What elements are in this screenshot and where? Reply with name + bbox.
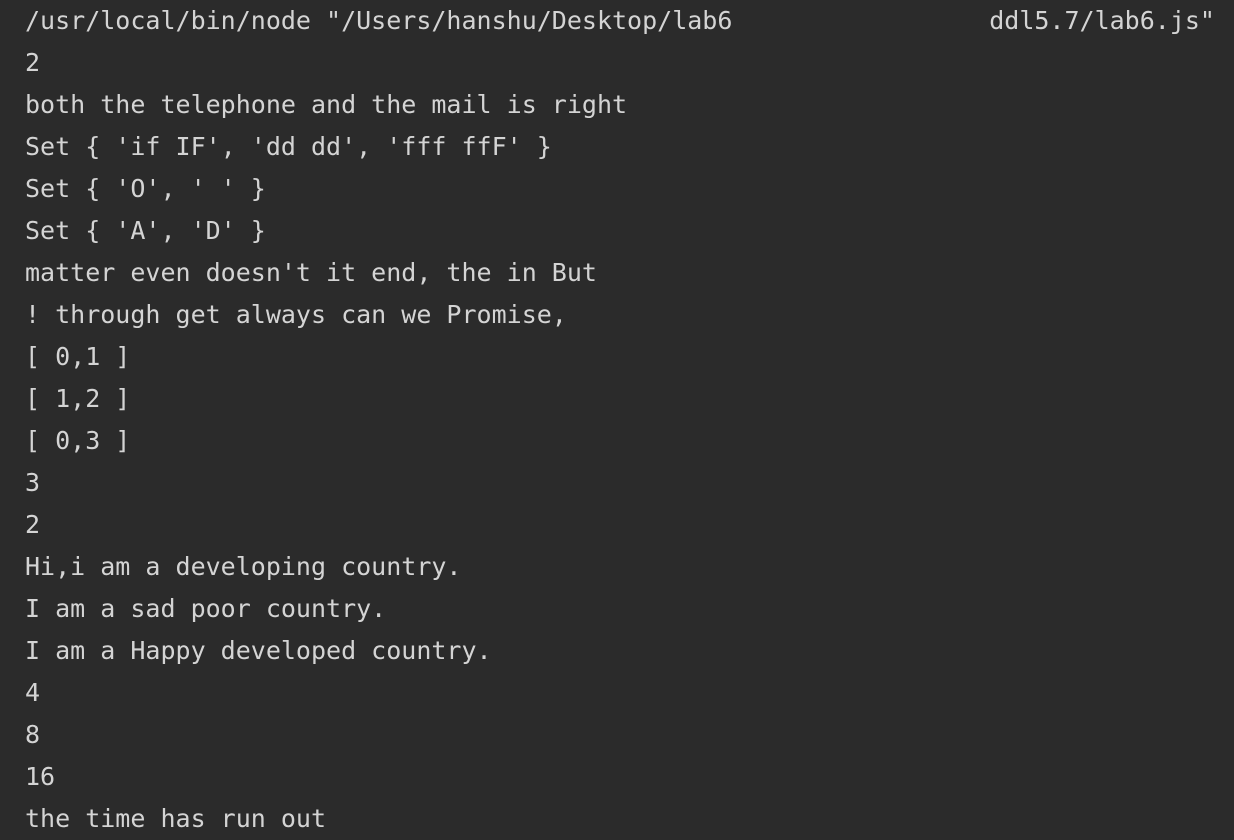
- output-line: I am a sad poor country.: [25, 594, 387, 623]
- output-lines: 2 both the telephone and the mail is rig…: [25, 42, 1215, 840]
- output-line: [ 0,1 ]: [25, 342, 131, 371]
- output-line: both the telephone and the mail is right: [25, 90, 628, 119]
- output-line: [ 0,3 ]: [25, 426, 131, 455]
- output-line: Set { 'O', ' ' }: [25, 174, 266, 203]
- command-script-file: ddl5.7/lab6.js": [989, 6, 1215, 35]
- output-line: Set { 'A', 'D' }: [25, 216, 266, 245]
- run-command-line: /usr/local/bin/node "/Users/hanshu/Deskt…: [25, 0, 1215, 42]
- output-line: [ 1,2 ]: [25, 384, 131, 413]
- output-line: 3: [25, 468, 41, 497]
- output-line: ! through get always can we Promise,: [25, 300, 567, 329]
- output-line: matter even doesn't it end, the in But: [25, 258, 597, 287]
- output-line: 4: [25, 678, 41, 707]
- output-line: Hi,i am a developing country.: [25, 552, 462, 581]
- output-line: Set { 'if IF', 'dd dd', 'fff ffF' }: [25, 132, 552, 161]
- output-line: 16: [25, 762, 56, 791]
- output-line: 2: [25, 510, 41, 539]
- output-line: I am a Happy developed country.: [25, 636, 492, 665]
- output-line: the time has run out: [25, 804, 327, 833]
- output-line: 8: [25, 720, 41, 749]
- command-path: /usr/local/bin/node "/Users/hanshu/Deskt…: [25, 6, 733, 35]
- output-line: 2: [25, 48, 41, 77]
- console-output-panel[interactable]: /usr/local/bin/node "/Users/hanshu/Deskt…: [0, 0, 1234, 840]
